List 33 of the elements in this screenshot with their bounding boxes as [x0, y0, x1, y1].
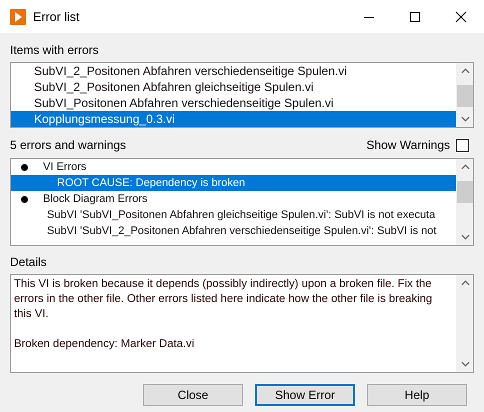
error-item[interactable]: SubVI 'SubVI_Positonen Abfahren gleichseitige Spulen.vi': SubVI is not executa: [47, 207, 436, 223]
scroll-up-icon[interactable]: [460, 280, 470, 286]
scroll-down-icon[interactable]: [460, 361, 470, 367]
list-item[interactable]: Kopplungsmessung_0.3.vi: [11, 111, 456, 127]
error-group[interactable]: VI Errors: [43, 159, 86, 175]
maximize-icon[interactable]: [409, 10, 421, 22]
section-label: Details: [10, 255, 48, 269]
window-title: Error list: [33, 10, 80, 24]
dialog-button[interactable]: Help: [367, 384, 467, 406]
error-item[interactable]: SubVI 'SubVI_2_Positonen Abfahren verschiedenseitige Spulen.vi': SubVI is not: [47, 223, 436, 239]
dialog-button[interactable]: Show Error: [255, 384, 355, 406]
dialog-button[interactable]: Close: [143, 384, 243, 406]
checkbox[interactable]: [456, 138, 469, 152]
scrollbar-thumb[interactable]: [457, 85, 473, 107]
details-text: This VI is broken because it depends (possibly indirectly) upon a broken file. Fix the errors in the other file. Other errors listed here indicate how the other file is breaking this VI.: [14, 277, 434, 322]
scroll-up-icon[interactable]: [460, 68, 470, 74]
list-item[interactable]: SubVI_2_Positonen Abfahren gleichseitige Spulen.vi: [11, 79, 456, 95]
bullet-icon: [21, 164, 28, 170]
error-group[interactable]: Block Diagram Errors: [43, 191, 148, 207]
checkbox-label[interactable]: Show Warnings: [366, 138, 450, 152]
bullet-icon: [21, 196, 28, 202]
scroll-up-icon[interactable]: [460, 164, 470, 170]
close-icon[interactable]: [455, 10, 467, 22]
error-item[interactable]: ROOT CAUSE: Dependency is broken: [57, 175, 246, 191]
list-item[interactable]: SubVI_Positonen Abfahren verschiedenseitige Spulen.vi: [11, 95, 456, 111]
scrollbar-thumb[interactable]: [457, 181, 473, 203]
section-label: 5 errors and warnings: [10, 138, 126, 152]
scroll-down-icon[interactable]: [460, 116, 470, 122]
section-label: Items with errors: [10, 43, 100, 57]
list-item[interactable]: SubVI_2_Positonen Abfahren verschiedenseitige Spulen.vi: [11, 63, 456, 79]
play-icon: [10, 8, 26, 24]
details-text: Broken dependency: Marker Data.vi: [14, 337, 196, 352]
scroll-down-icon[interactable]: [460, 234, 470, 240]
